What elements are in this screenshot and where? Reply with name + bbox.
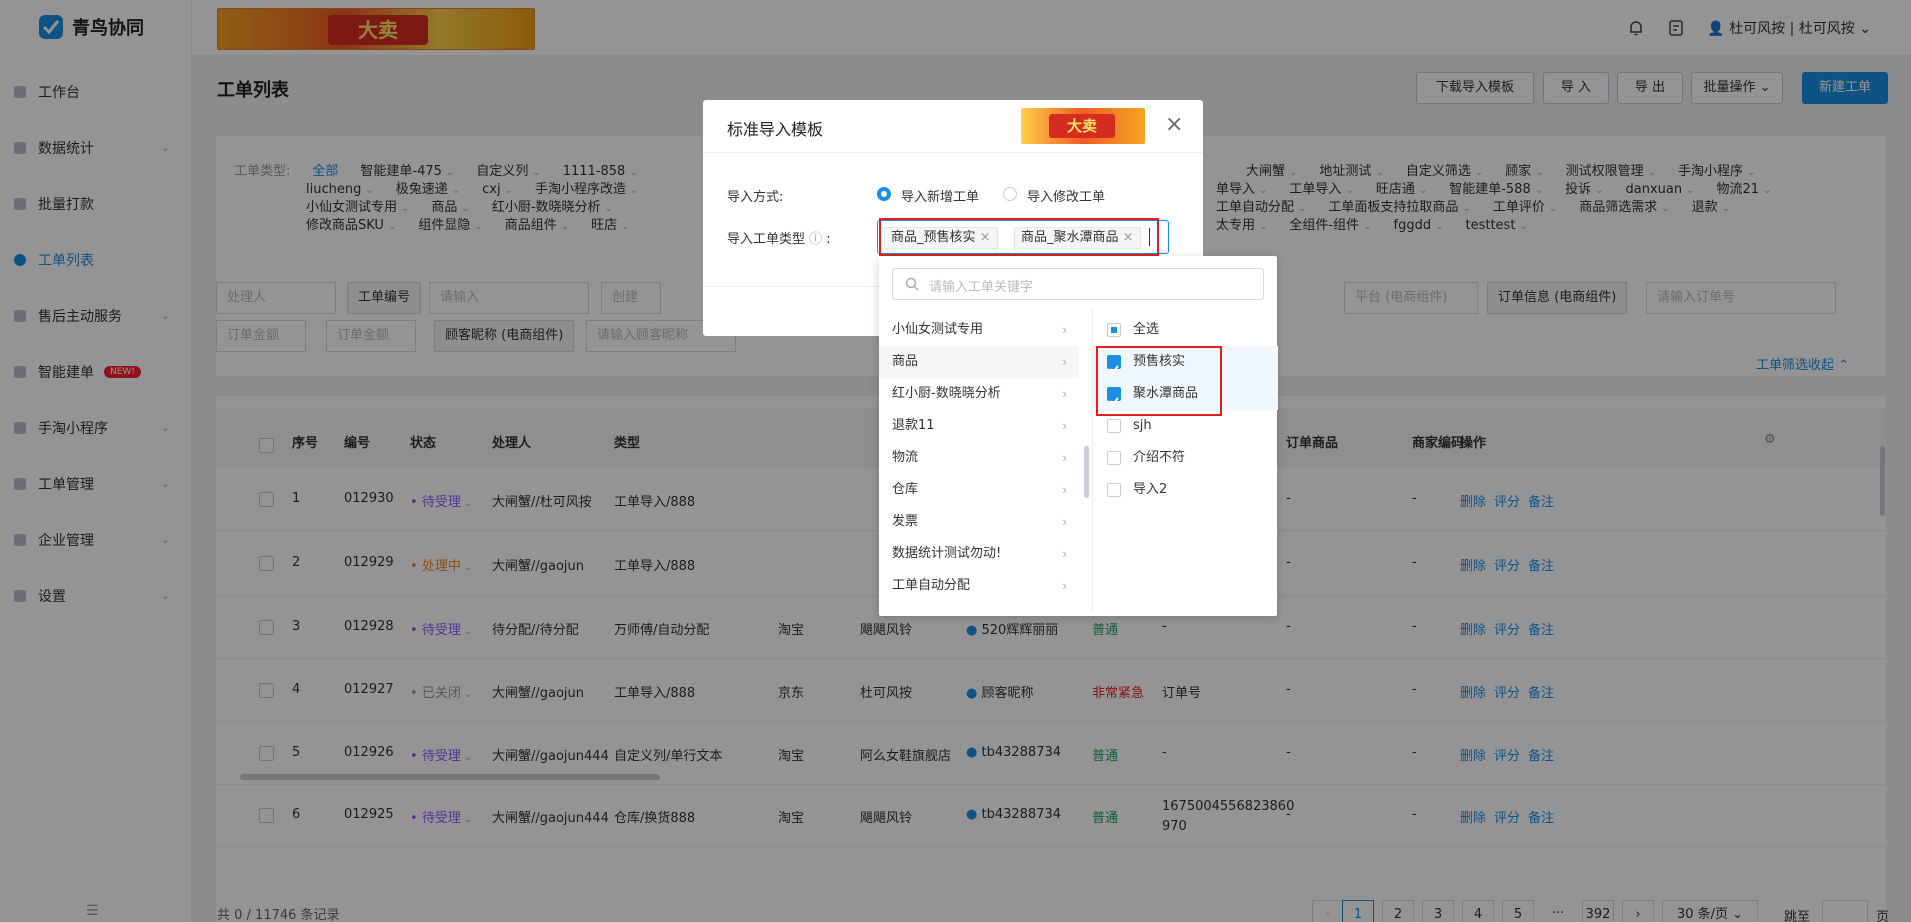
- info-icon[interactable]: ⓘ: [809, 232, 822, 247]
- option-label: 导入2: [1133, 482, 1168, 497]
- category-label: 发票: [892, 514, 919, 529]
- category-list: 小仙女测试专用 › 商品 › 红小厨-数晓晓分析 › 退款11 › 物流 › 仓库 › 发票 › 数据统计测…: [879, 308, 1092, 612]
- option-checkbox[interactable]: [1107, 451, 1121, 465]
- category-item[interactable]: 小仙女测试专用 ›: [879, 314, 1079, 346]
- option-item[interactable]: 介绍不符: [1093, 442, 1278, 474]
- option-label: 全选: [1133, 322, 1160, 337]
- option-checkbox[interactable]: [1107, 323, 1121, 337]
- modal-divider: [703, 152, 1203, 153]
- highlight-box-tags: [879, 218, 1159, 256]
- chevron-right-icon: ›: [1062, 451, 1067, 465]
- import-modify-label[interactable]: 导入修改工单: [1027, 186, 1105, 205]
- category-item[interactable]: 工单自动分配 ›: [879, 570, 1079, 602]
- import-new-label[interactable]: 导入新增工单: [901, 186, 979, 205]
- category-item[interactable]: 数据统计测试勿动! ›: [879, 538, 1079, 570]
- radio-import-modify[interactable]: [1003, 187, 1017, 201]
- import-mode-label: 导入方式:: [727, 190, 784, 205]
- category-item[interactable]: 红小厨-数晓晓分析 ›: [879, 378, 1079, 410]
- option-checkbox[interactable]: [1107, 419, 1121, 433]
- import-type-label-text: 导入工单类型: [727, 232, 806, 247]
- search-placeholder: 请输入工单关键字: [929, 280, 1034, 295]
- import-type-dropdown: 请输入工单关键字 小仙女测试专用 › 商品 › 红小厨-数晓晓分析 › 退款11 › 物流 › 仓库…: [879, 256, 1278, 616]
- import-type-label: 导入工单类型 ⓘ :: [727, 232, 831, 247]
- chevron-right-icon: ›: [1062, 547, 1067, 561]
- option-label: 介绍不符: [1133, 450, 1186, 465]
- option-item[interactable]: 导入2: [1093, 474, 1278, 506]
- chevron-right-icon: ›: [1062, 355, 1067, 369]
- category-scrollbar[interactable]: [1084, 446, 1089, 498]
- close-icon[interactable]: ×: [1165, 114, 1183, 136]
- chevron-right-icon: ›: [1062, 323, 1067, 337]
- dropdown-search-input[interactable]: 请输入工单关键字: [892, 268, 1264, 300]
- highlight-box-options: [1096, 346, 1222, 416]
- category-label: 数据统计测试勿动!: [892, 546, 1002, 561]
- chevron-right-icon: ›: [1062, 515, 1067, 529]
- category-label: 商品: [892, 354, 919, 369]
- radio-import-new[interactable]: [877, 187, 891, 201]
- category-item[interactable]: 发票 ›: [879, 506, 1079, 538]
- modal-title: 标准导入模板: [727, 120, 824, 139]
- modal-banner-text: 大卖: [1049, 114, 1115, 138]
- category-label: 退款11: [892, 418, 935, 433]
- category-label: 红小厨-数晓晓分析: [892, 386, 1001, 401]
- category-label: 仓库: [892, 482, 919, 497]
- chevron-right-icon: ›: [1062, 419, 1067, 433]
- category-item[interactable]: 物流 ›: [879, 442, 1079, 474]
- chevron-right-icon: ›: [1062, 483, 1067, 497]
- chevron-right-icon: ›: [1062, 387, 1067, 401]
- category-label: 物流: [892, 450, 919, 465]
- category-label: 工单自动分配: [892, 578, 971, 593]
- category-item[interactable]: 退款11 ›: [879, 410, 1079, 442]
- option-item[interactable]: 全选: [1093, 314, 1278, 346]
- modal-promo-banner[interactable]: 大卖: [1021, 108, 1145, 144]
- category-item[interactable]: 仓库 ›: [879, 474, 1079, 506]
- option-label: sjh: [1133, 418, 1152, 433]
- chevron-right-icon: ›: [1062, 579, 1067, 593]
- search-icon: [905, 277, 919, 291]
- app-root: 青鸟协同 工作台 数据统计 ⌄ 批量打款 工单列表 售后主动服务 ⌄ 智能建单 NEW! 手淘小程…: [0, 0, 1911, 922]
- category-label: 小仙女测试专用: [892, 322, 984, 337]
- option-checkbox[interactable]: [1107, 483, 1121, 497]
- category-item[interactable]: 商品 ›: [879, 346, 1079, 378]
